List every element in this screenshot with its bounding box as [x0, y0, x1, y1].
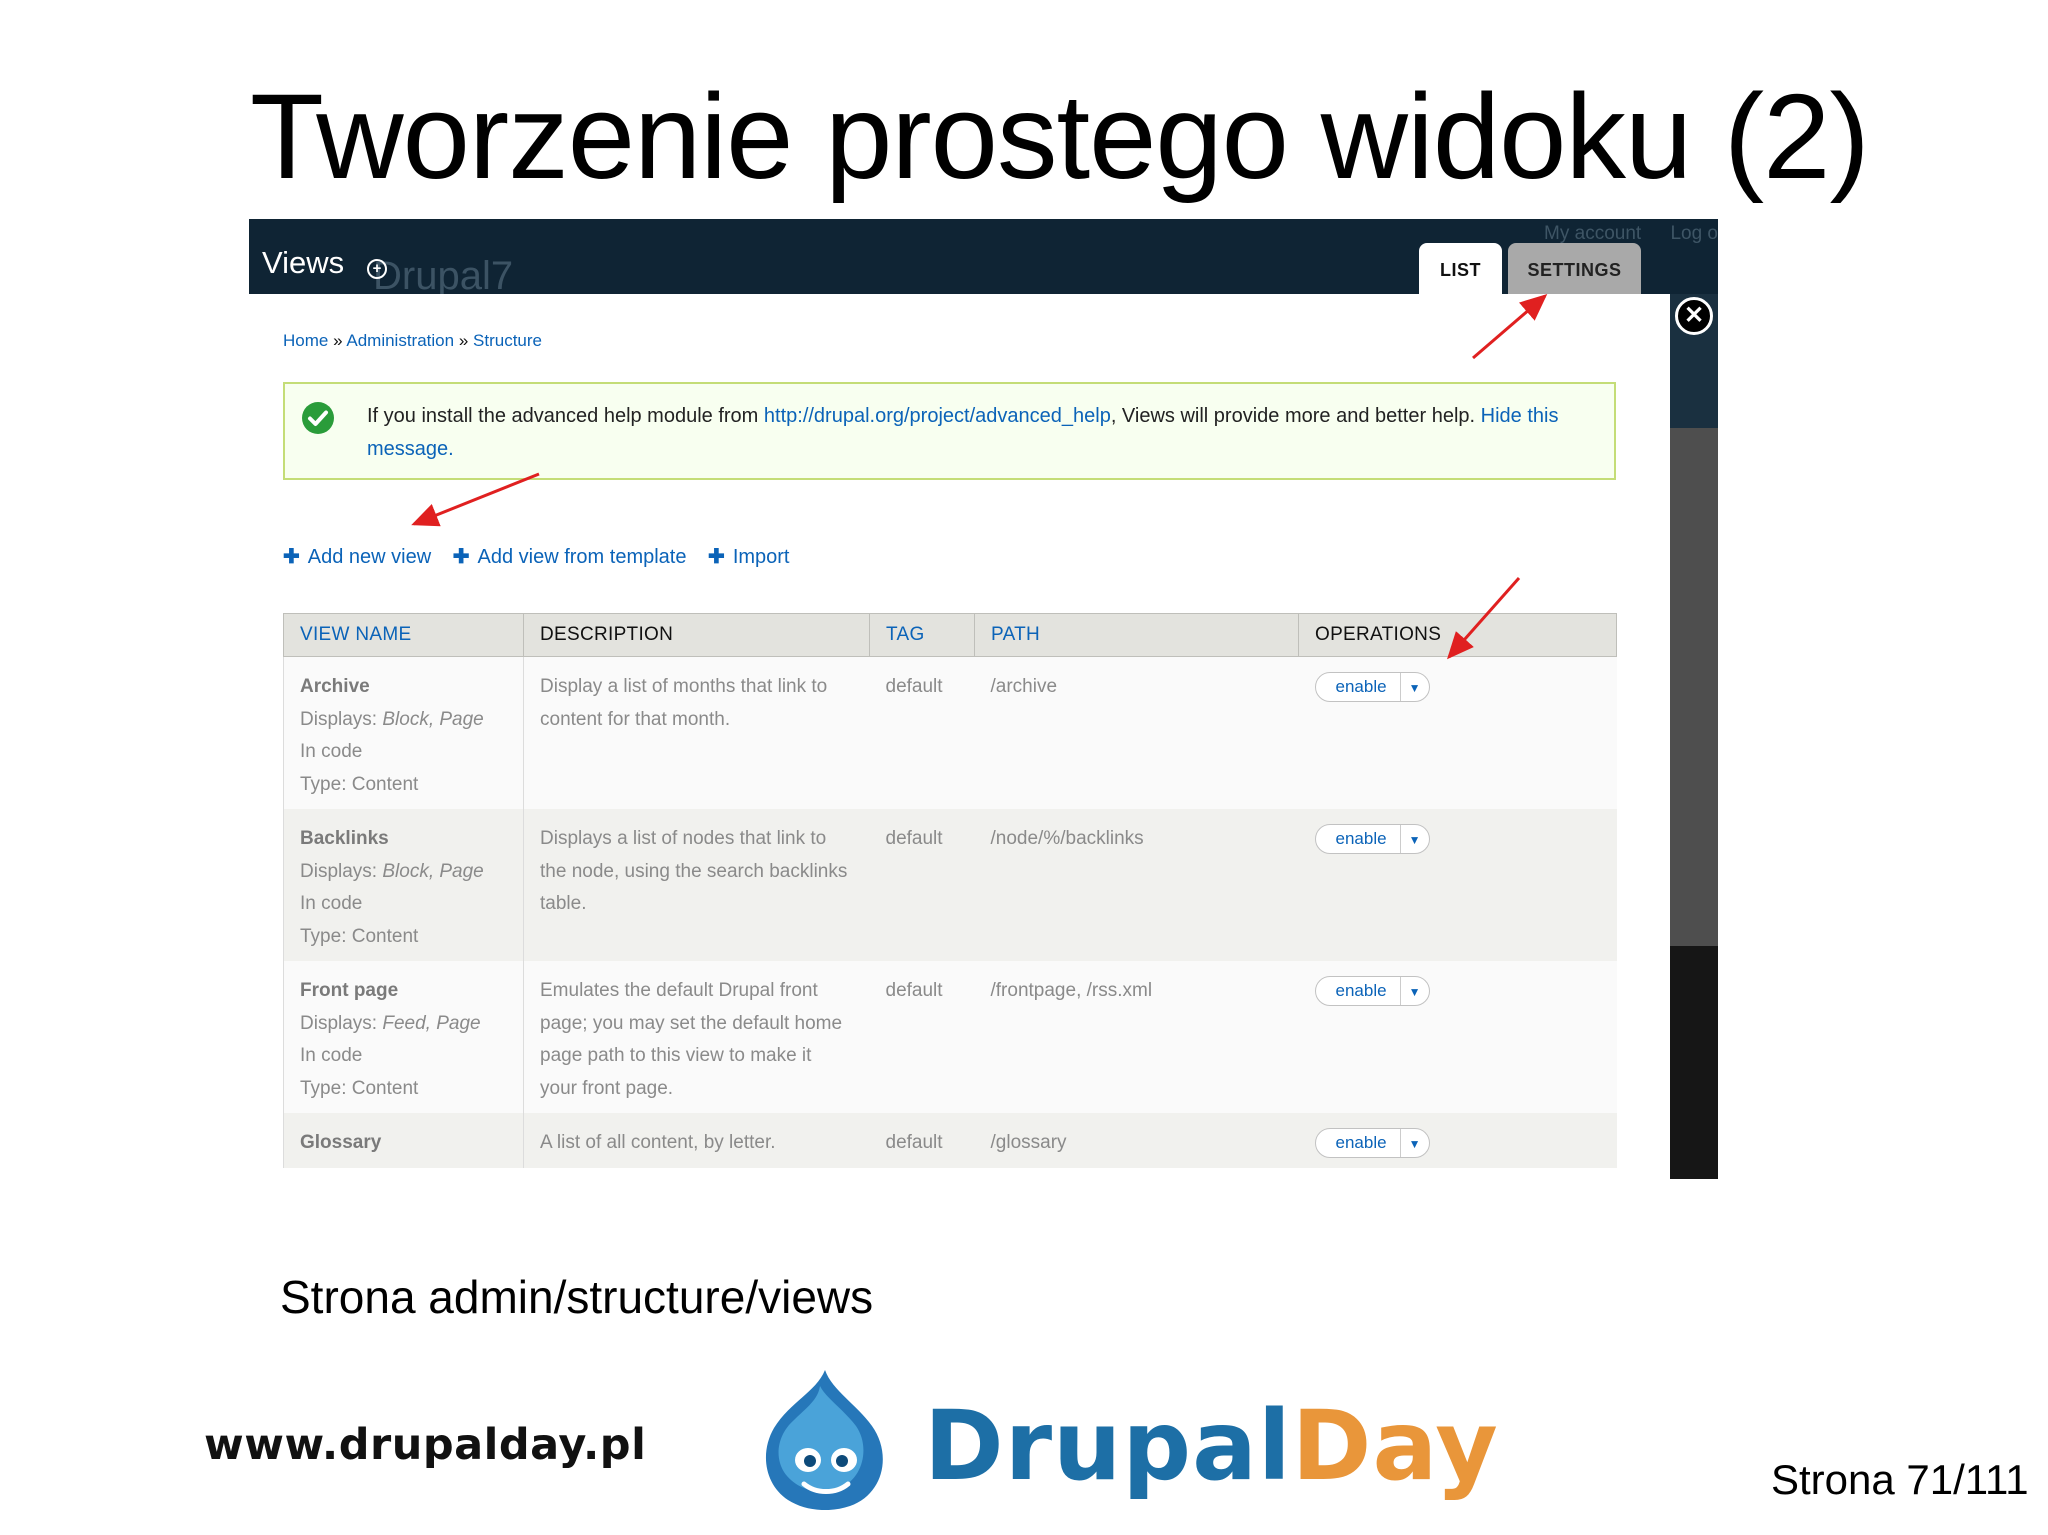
page-number: Strona 71/111 [1771, 1456, 2029, 1503]
plus-icon: ✚ [452, 546, 470, 568]
view-displays: Displays: Block, Page [300, 860, 484, 882]
view-description: Emulates the default Drupal front page; … [523, 961, 870, 1113]
view-path: /glossary [974, 1113, 1299, 1168]
import-link[interactable]: ✚ Import [708, 546, 789, 568]
site-url: www.drupalday.pl [204, 1420, 647, 1470]
view-tag: default [869, 656, 975, 809]
view-name: Glossary [300, 1132, 382, 1153]
view-path: /archive [974, 656, 1299, 809]
add-shortcut-icon[interactable]: + [367, 259, 387, 279]
view-type: Type: Content [300, 925, 419, 947]
view-name: Front page [300, 980, 399, 1001]
slide-title: Tworzenie prostego widoku (2) [250, 68, 1870, 204]
tab-list[interactable]: LIST [1419, 243, 1502, 294]
tab-settings[interactable]: SETTINGS [1508, 243, 1641, 294]
close-overlay-icon[interactable]: ✕ [1675, 297, 1713, 335]
checkmark-icon [302, 402, 334, 434]
view-displays: Displays: Feed, Page [300, 1012, 481, 1034]
view-description: A list of all content, by letter. [523, 1113, 870, 1168]
view-type: Type: Content [300, 1077, 419, 1099]
enable-dropbutton[interactable]: enable ▼ [1314, 672, 1430, 702]
logout-link[interactable]: Log o [1670, 223, 1718, 244]
user-links: My account Log o [1520, 223, 1718, 245]
my-account-link[interactable]: My account [1544, 223, 1641, 244]
chevron-down-icon[interactable]: ▼ [1401, 1130, 1429, 1158]
header-path[interactable]: PATH [974, 613, 1299, 657]
view-type: Type: Content [300, 773, 419, 795]
breadcrumb-structure[interactable]: Structure [473, 331, 542, 350]
chevron-down-icon[interactable]: ▼ [1401, 978, 1429, 1006]
view-tag: default [869, 1113, 975, 1168]
admin-toolbar: Drupal7 Views + My account Log o LIST SE… [249, 219, 1718, 298]
table-row: Backlinks Displays: Block, Page In code … [283, 809, 1617, 961]
view-description: Displays a list of nodes that link to th… [523, 809, 870, 961]
view-description: Display a list of months that link to co… [523, 656, 870, 809]
add-view-from-template-link[interactable]: ✚ Add view from template [453, 546, 687, 568]
header-description: DESCRIPTION [523, 613, 870, 657]
advanced-help-link[interactable]: http://drupal.org/project/advanced_help [764, 405, 1111, 427]
breadcrumb: Home » Administration » Structure [283, 331, 542, 350]
header-operations: OPERATIONS [1298, 613, 1617, 657]
enable-dropbutton[interactable]: enable ▼ [1314, 976, 1430, 1006]
drupal-drop-logo-icon [765, 1370, 883, 1510]
enable-dropbutton[interactable]: enable ▼ [1314, 1128, 1430, 1158]
views-admin-screenshot: Drupal7 Views + My account Log o LIST SE… [249, 219, 1718, 1179]
view-tag: default [869, 809, 975, 961]
chevron-down-icon[interactable]: ▼ [1401, 826, 1429, 854]
plus-icon: ✚ [283, 546, 300, 568]
table-row: Front page Displays: Feed, Page In code … [283, 961, 1617, 1113]
table-row: Glossary A list of all content, by lette… [283, 1113, 1617, 1168]
slide-caption: Strona admin/structure/views [280, 1271, 874, 1323]
table-row: Archive Displays: Block, Page In code Ty… [283, 656, 1617, 809]
view-path: /frontpage, /rss.xml [974, 961, 1299, 1113]
view-path: /node/%/backlinks [974, 809, 1299, 961]
header-view-name[interactable]: VIEW NAME [283, 613, 524, 657]
overlay-backdrop [1670, 294, 1718, 1179]
view-tag: default [869, 961, 975, 1113]
view-storage: In code [300, 893, 363, 914]
table-header: VIEW NAME DESCRIPTION TAG PATH OPERATION… [283, 613, 1617, 657]
view-storage: In code [300, 1045, 363, 1066]
header-tag[interactable]: TAG [869, 613, 975, 657]
views-table: VIEW NAME DESCRIPTION TAG PATH OPERATION… [283, 613, 1617, 1168]
page-title: Views [262, 245, 345, 280]
main-content: Home » Administration » Structure If you… [249, 294, 1670, 1179]
plus-icon: ✚ [708, 546, 725, 568]
status-message: If you install the advanced help module … [283, 382, 1616, 480]
view-name: Backlinks [300, 828, 389, 849]
breadcrumb-administration[interactable]: Administration [346, 331, 454, 350]
drupal-watermark: Drupal7 [373, 254, 514, 298]
message-text: If you install the advanced help module … [367, 405, 1559, 460]
enable-dropbutton[interactable]: enable ▼ [1314, 824, 1430, 854]
action-links: ✚ Add new view ✚ Add view from template ✚ I… [283, 544, 806, 569]
drupalday-brand: DrupalDay [924, 1390, 1499, 1502]
view-name: Archive [300, 676, 370, 697]
breadcrumb-home[interactable]: Home [283, 331, 328, 350]
chevron-down-icon[interactable]: ▼ [1401, 674, 1429, 702]
add-new-view-link[interactable]: ✚ Add new view [283, 546, 431, 568]
view-displays: Displays: Block, Page [300, 708, 484, 730]
view-storage: In code [300, 741, 363, 762]
